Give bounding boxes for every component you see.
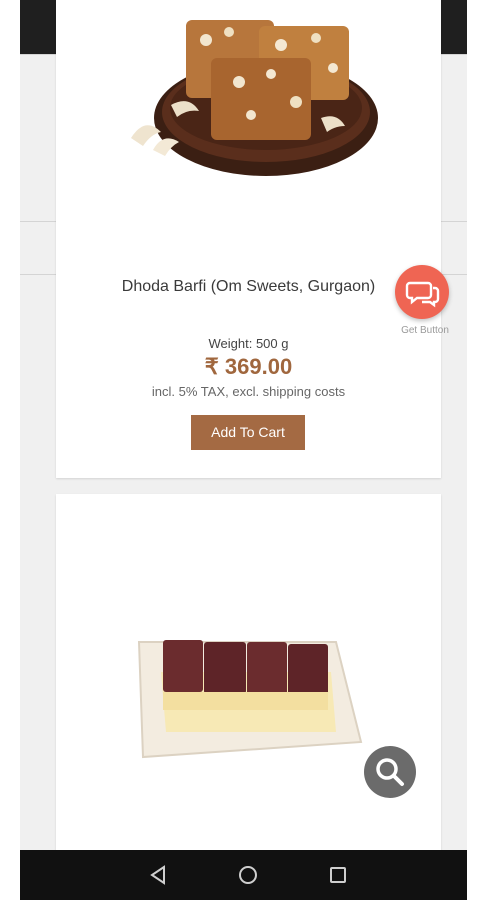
product-image-dhoda-barfi[interactable] — [111, 10, 391, 185]
product-title[interactable]: Dhoda Barfi (Om Sweets, Gurgaon) — [56, 278, 441, 296]
nav-recents-button[interactable] — [308, 850, 368, 900]
product-card[interactable]: Dhoda Barfi (Om Sweets, Gurgaon) Weight:… — [56, 0, 441, 478]
add-to-cart-button[interactable]: Add To Cart — [191, 415, 305, 450]
nav-home-button[interactable] — [218, 850, 278, 900]
android-nav-bar — [20, 850, 467, 900]
tax-note: incl. 5% TAX, excl. shipping costs — [151, 384, 346, 399]
back-icon — [150, 865, 165, 885]
search-icon — [376, 758, 404, 786]
chat-button[interactable] — [395, 265, 449, 319]
chat-bubbles-icon — [405, 281, 440, 308]
product-image-barfi[interactable] — [131, 632, 366, 764]
zoom-search-button[interactable] — [364, 746, 416, 798]
nav-back-button[interactable] — [128, 850, 188, 900]
product-price: ₹ 369.00 — [204, 354, 293, 379]
product-card[interactable] — [56, 494, 441, 854]
recents-icon — [330, 867, 346, 883]
chat-button-label: Get Button — [401, 325, 449, 336]
product-weight: Weight: 500 g — [208, 336, 289, 351]
home-icon — [239, 866, 257, 884]
phone-screen: Dhoda Barfi (Om Sweets, Gurgaon) Weight:… — [20, 0, 467, 900]
